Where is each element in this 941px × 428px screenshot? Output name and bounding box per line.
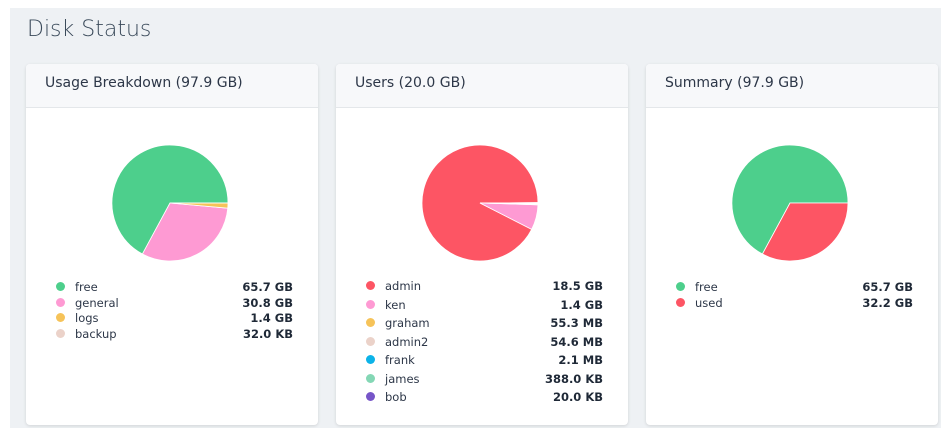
legend-value: 1.4 GB	[560, 297, 603, 312]
legend-value: 2.1 MB	[558, 353, 603, 367]
legend-dot	[366, 336, 375, 346]
legend-item-graham: graham 55.3 MB	[366, 316, 603, 335]
legend-dot	[366, 355, 375, 364]
legend-item-free: free 65.7 GB	[676, 280, 913, 296]
legend-label: admin2	[385, 334, 429, 349]
legend-dot	[366, 373, 375, 383]
legend-value: 32.2 GB	[862, 295, 913, 310]
legend-dot	[56, 313, 65, 322]
legend-item-used: used 32.2 GB	[676, 296, 913, 312]
users-card: Users (20.0 GB) admin 18.5 GB ken 1.4 GB g…	[336, 64, 628, 425]
legend-item-free: free 65.7 GB	[56, 280, 293, 296]
legend-label: backup	[75, 326, 117, 341]
legend-label: used	[695, 295, 723, 310]
legend-label: graham	[385, 316, 430, 330]
legend-dot	[56, 328, 65, 338]
legend-dot	[676, 297, 685, 307]
legend-value: 30.8 GB	[242, 295, 293, 310]
legend-item-james: james 388.0 KB	[366, 372, 603, 391]
card-title: Users (20.0 GB)	[336, 64, 628, 108]
legend-dot	[366, 299, 375, 309]
legend-item-admin: admin 18.5 GB	[366, 279, 603, 298]
legend-dot	[366, 281, 375, 290]
legend-dot	[676, 282, 685, 291]
legend-item-admin2: admin2 54.6 MB	[366, 335, 603, 354]
legend-label: general	[75, 295, 119, 310]
legend-value: 388.0 KB	[544, 371, 603, 386]
users-pie-chart	[421, 144, 539, 262]
legend-item-bob: bob 20.0 KB	[366, 390, 603, 409]
legend-label: bob	[385, 390, 407, 404]
card-title: Summary (97.9 GB)	[646, 64, 938, 108]
legend-label: james	[385, 371, 420, 386]
legend-value: 55.3 MB	[550, 316, 603, 330]
usage-breakdown-card: Usage Breakdown (97.9 GB) free 65.7 GB ge…	[26, 64, 318, 425]
legend-value: 54.6 MB	[550, 334, 603, 349]
usage-breakdown-pie-chart	[111, 144, 229, 262]
summary-card: Summary (97.9 GB) free 65.7 GB used 32.2 G…	[646, 64, 938, 425]
legend-item-backup: backup 32.0 KB	[56, 327, 293, 343]
legend-dot	[56, 297, 65, 307]
legend-label: ken	[385, 297, 406, 312]
legend-value: 32.0 KB	[242, 326, 293, 341]
summary-legend: free 65.7 GB used 32.2 GB	[676, 280, 913, 311]
legend-label: logs	[75, 311, 99, 325]
legend-value: 18.5 GB	[552, 279, 603, 293]
legend-item-frank: frank 2.1 MB	[366, 353, 603, 372]
card-title: Usage Breakdown (97.9 GB)	[26, 64, 318, 108]
summary-pie-chart	[731, 144, 849, 262]
legend-label: free	[695, 280, 718, 294]
legend-value: 65.7 GB	[242, 280, 293, 294]
legend-label: free	[75, 280, 98, 294]
legend-dot	[366, 318, 375, 327]
legend-item-ken: ken 1.4 GB	[366, 298, 603, 317]
legend-value: 1.4 GB	[250, 311, 293, 325]
legend-label: frank	[385, 353, 415, 367]
legend-dot	[56, 282, 65, 291]
legend-value: 65.7 GB	[862, 280, 913, 294]
users-legend: admin 18.5 GB ken 1.4 GB graham 55.3 MB adm…	[366, 279, 603, 409]
disk-status-page: Disk Status Usage Breakdown (97.9 GB) fr…	[10, 8, 941, 428]
page-title: Disk Status	[27, 17, 152, 42]
legend-label: admin	[385, 279, 422, 293]
legend-item-logs: logs 1.4 GB	[56, 311, 293, 327]
usage-breakdown-legend: free 65.7 GB general 30.8 GB logs 1.4 GB ba…	[56, 280, 293, 342]
legend-value: 20.0 KB	[552, 390, 603, 404]
legend-item-general: general 30.8 GB	[56, 296, 293, 312]
legend-dot	[366, 392, 375, 401]
